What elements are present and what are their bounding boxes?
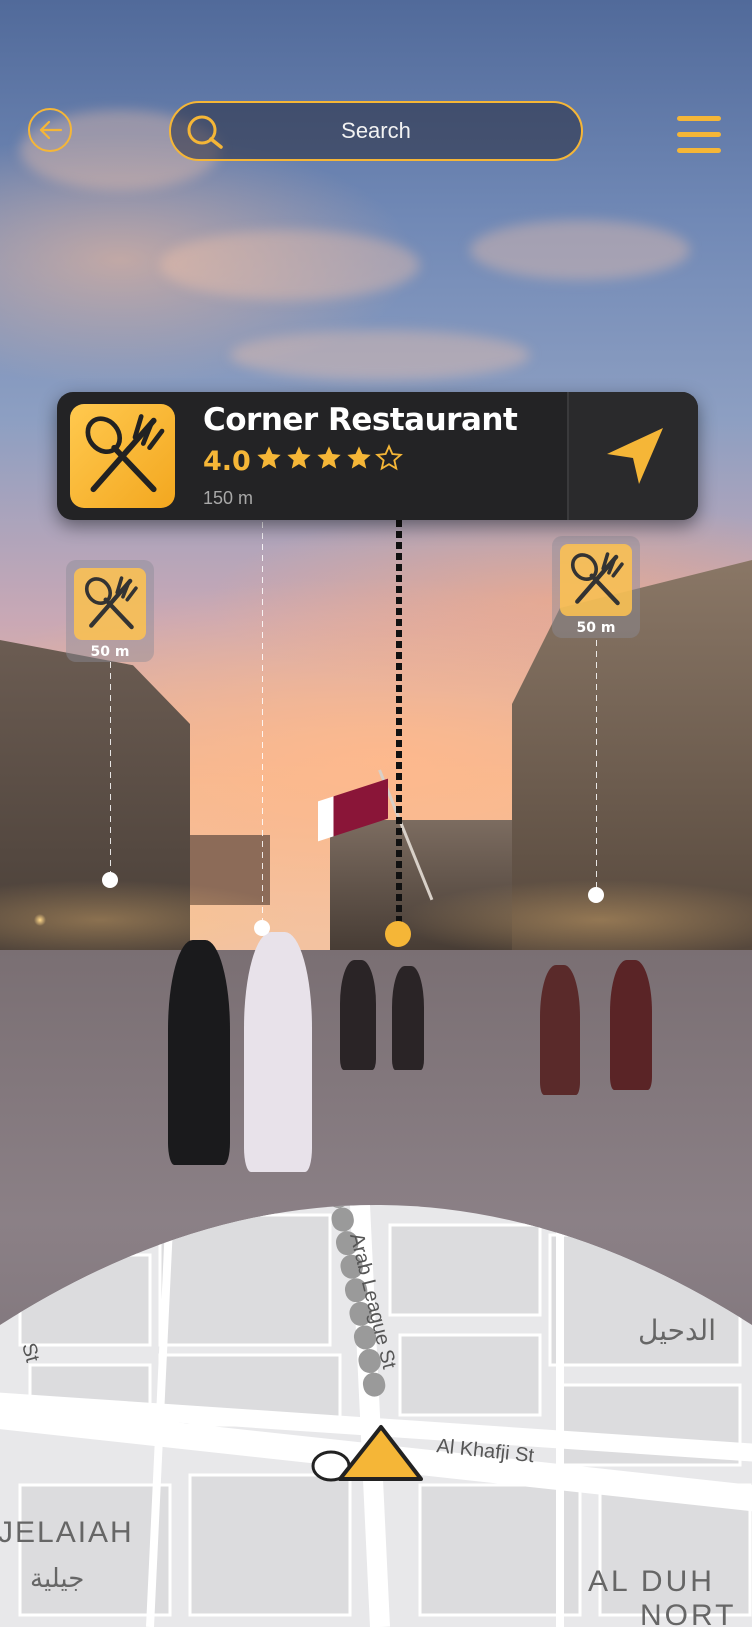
- anchor-dot: [588, 887, 604, 903]
- restaurant-icon: [74, 568, 146, 640]
- person: [340, 960, 376, 1070]
- district-label: JELAIAH: [0, 1516, 134, 1549]
- ar-navigation-screen: Search 50 m 50 m Corner Restaurant 4.0 1…: [0, 0, 752, 1627]
- poi-card[interactable]: Corner Restaurant 4.0 150 m: [57, 392, 698, 520]
- district-label: الدحيل: [638, 1314, 716, 1347]
- search-bar[interactable]: Search: [169, 101, 583, 161]
- poi-rating: 4.0: [203, 446, 251, 477]
- navigation-arrow-icon: [606, 428, 663, 484]
- anchor-dot: [102, 872, 118, 888]
- back-button[interactable]: [28, 108, 72, 152]
- menu-button[interactable]: [677, 116, 721, 156]
- minimap[interactable]: Arab League St Al Khafji St St JELAIAH ج…: [0, 1205, 752, 1627]
- map-canvas: Arab League St Al Khafji St St JELAIAH ج…: [0, 1205, 752, 1627]
- ar-marker-restaurant-right[interactable]: 50 m: [552, 536, 640, 638]
- district-label: AL DUH: [588, 1565, 715, 1598]
- person: [392, 966, 424, 1070]
- hamburger-menu-icon: [677, 116, 721, 121]
- star-empty-icon: [375, 444, 403, 471]
- star-filled-icon: [317, 446, 341, 469]
- anchor-dot: [254, 920, 270, 936]
- street-lights: [0, 880, 752, 960]
- district-label: NORT: [640, 1599, 736, 1627]
- marker-distance: 50 m: [90, 644, 130, 660]
- poi-anchor-dot: [385, 921, 411, 947]
- navigate-button[interactable]: [569, 392, 698, 520]
- marker-distance: 50 m: [576, 620, 616, 636]
- star-filled-icon: [347, 446, 371, 469]
- restaurant-icon: [70, 404, 175, 508]
- restaurant-icon: [560, 544, 632, 616]
- ar-marker-restaurant-left[interactable]: 50 m: [66, 560, 154, 662]
- search-input[interactable]: Search: [171, 103, 581, 159]
- rating-stars: [255, 444, 403, 476]
- district-label: جيلية: [30, 1564, 84, 1594]
- poi-name: Corner Restaurant: [203, 402, 518, 438]
- poi-leader-line: [396, 520, 402, 930]
- person: [540, 965, 580, 1095]
- person: [168, 940, 230, 1165]
- person: [610, 960, 652, 1090]
- star-filled-icon: [257, 446, 281, 469]
- person: [244, 932, 312, 1172]
- star-filled-icon: [287, 446, 311, 469]
- poi-distance: 150 m: [203, 488, 254, 508]
- back-arrow-icon: [39, 120, 63, 140]
